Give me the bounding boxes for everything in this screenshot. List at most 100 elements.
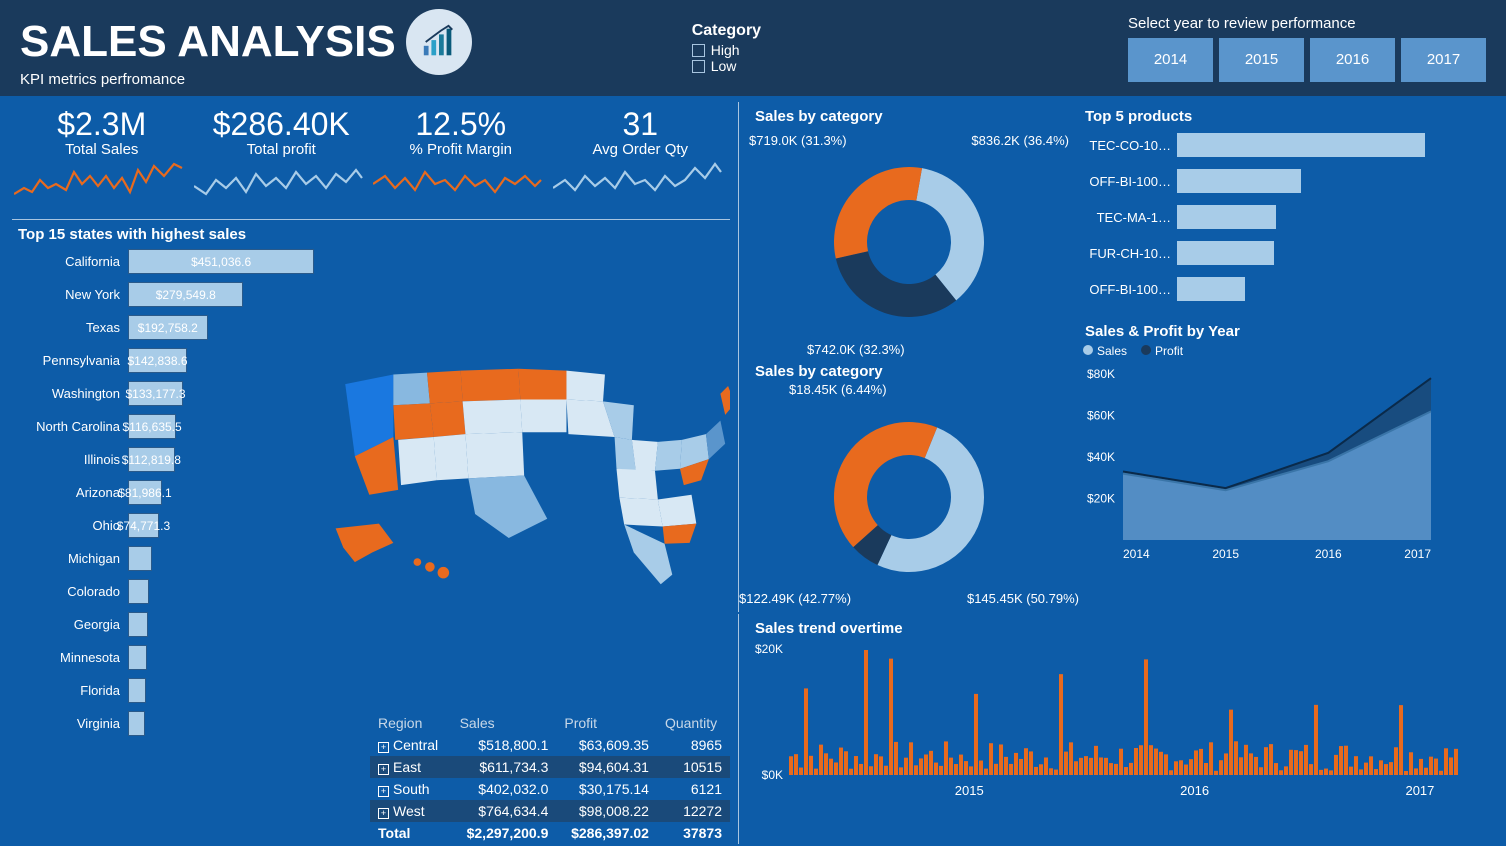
state-bar-row[interactable]: Texas $192,758.2 <box>12 311 322 344</box>
state-hawaii[interactable] <box>414 558 422 566</box>
state-bar-row[interactable]: Michigan <box>12 542 322 575</box>
category-low-option[interactable]: Low <box>692 58 761 74</box>
kpi-label: Total profit <box>194 141 370 158</box>
state-name: North Carolina <box>12 419 124 434</box>
product-name: FUR-CH-10… <box>1079 246 1171 261</box>
state-bar-row[interactable]: Ohio $74,771.3 <box>12 509 322 542</box>
donut-label: $145.45K (50.79%) <box>967 591 1079 606</box>
state-minnesota[interactable] <box>566 371 604 402</box>
table-row[interactable]: +Central $518,800.1$63,609.358965 <box>370 734 730 756</box>
state-texas[interactable] <box>468 476 547 539</box>
svg-text:2017: 2017 <box>1404 547 1431 561</box>
state-south-dakota[interactable] <box>463 400 523 435</box>
sales-profit-area-chart[interactable]: $20K$40K$60K$80K2014201520162017 <box>1079 364 1494 594</box>
year-button-2017[interactable]: 2017 <box>1401 38 1486 82</box>
state-colorado[interactable] <box>398 437 436 485</box>
table-row[interactable]: +South $402,032.0$30,175.146121 <box>370 778 730 800</box>
bar: $81,986.1 <box>128 480 162 505</box>
product-bar-row[interactable]: OFF-BI-100… <box>1079 163 1494 199</box>
state-bar-row[interactable]: Arizona $81,986.1 <box>12 476 322 509</box>
state-bar-row[interactable]: Virginia <box>12 707 322 740</box>
state-north-dakota[interactable] <box>518 369 566 400</box>
state-alaska[interactable] <box>336 524 394 562</box>
state-name: Ohio <box>12 518 124 533</box>
state-bar-row[interactable]: California $451,036.6 <box>12 245 322 278</box>
state-idaho[interactable] <box>427 371 463 404</box>
state-utah[interactable] <box>393 403 433 440</box>
donut-label: $742.0K (32.3%) <box>807 342 905 357</box>
state-bar-row[interactable]: New York $279,549.8 <box>12 278 322 311</box>
state-new-york[interactable] <box>706 421 725 459</box>
state-bar-row[interactable]: Georgia <box>12 608 322 641</box>
table-row[interactable]: +East $611,734.3$94,604.3110515 <box>370 756 730 778</box>
state-bar-row[interactable]: North Carolina $116,635.5 <box>12 410 322 443</box>
donut-label: $836.2K (36.4%) <box>971 133 1069 148</box>
state-wyoming[interactable] <box>430 401 466 437</box>
state-kansas[interactable] <box>465 432 524 478</box>
state-name: Michigan <box>12 551 124 566</box>
legend-profit: Profit <box>1155 344 1183 358</box>
state-bar-row[interactable]: Florida <box>12 674 322 707</box>
state-ohio[interactable] <box>655 440 682 471</box>
state-name: Texas <box>12 320 124 335</box>
expand-icon[interactable]: + <box>378 786 389 797</box>
state-bar-chart[interactable]: California $451,036.6New York $279,549.8… <box>12 245 322 844</box>
svg-text:2016: 2016 <box>1180 783 1209 798</box>
kpi-row: $2.3M Total Sales $286.40K Total profit … <box>12 102 730 220</box>
state-bar-row[interactable]: Pennsylvania $142,838.6 <box>12 344 322 377</box>
region-table[interactable]: Region Sales Profit Quantity +Central $5… <box>370 712 730 844</box>
state-tennessee[interactable] <box>619 498 662 527</box>
us-map[interactable] <box>326 245 730 706</box>
year-button-2015[interactable]: 2015 <box>1219 38 1304 82</box>
kpi-label: Avg Order Qty <box>553 141 729 158</box>
donut-label: $18.45K (6.44%) <box>789 382 887 397</box>
product-bar-row[interactable]: FUR-CH-10… <box>1079 235 1494 271</box>
table-row[interactable]: +West $764,634.4$98,008.2212272 <box>370 800 730 822</box>
state-new-mexico[interactable] <box>434 434 469 480</box>
state-nevada[interactable] <box>393 373 430 406</box>
kpi-label: % Profit Margin <box>373 141 549 158</box>
th-qty[interactable]: Quantity <box>657 712 730 734</box>
state-name: Washington <box>12 386 124 401</box>
product-bar-row[interactable]: OFF-BI-100… <box>1079 271 1494 307</box>
year-button-2014[interactable]: 2014 <box>1128 38 1213 82</box>
bar <box>128 711 145 736</box>
checkbox-icon <box>692 60 705 73</box>
bar: $279,549.8 <box>128 282 243 307</box>
bar <box>1177 133 1425 157</box>
state-name: Arizona <box>12 485 124 500</box>
top5-bar-chart[interactable]: TEC-CO-10… OFF-BI-100… TEC-MA-1… FUR-CH-… <box>1079 127 1494 307</box>
state-nebraska[interactable] <box>520 400 566 433</box>
kpi-avg-qty: 31 Avg Order Qty <box>551 102 731 219</box>
trend-bar-chart[interactable]: $0K$20K201520162017 <box>749 639 1494 809</box>
state-hawaii[interactable] <box>425 562 435 572</box>
title-text: SALES ANALYSIS <box>20 17 396 67</box>
state-hawaii[interactable] <box>438 567 450 579</box>
th-sales[interactable]: Sales <box>452 712 557 734</box>
state-bar-row[interactable]: Colorado <box>12 575 322 608</box>
state-indiana[interactable] <box>632 440 658 471</box>
expand-icon[interactable]: + <box>378 764 389 775</box>
state-bar-row[interactable]: Washington $133,177.3 <box>12 377 322 410</box>
svg-text:$0K: $0K <box>762 768 783 782</box>
expand-icon[interactable]: + <box>378 742 389 753</box>
category-high-option[interactable]: High <box>692 42 761 58</box>
state-north-carolina[interactable] <box>658 495 696 527</box>
sales-category-donut-1[interactable]: $836.2K (36.4%) $742.0K (32.3%) $719.0K … <box>749 127 1069 357</box>
state-maine[interactable] <box>720 386 730 415</box>
th-profit[interactable]: Profit <box>556 712 657 734</box>
state-kentucky[interactable] <box>616 469 657 500</box>
product-bar-row[interactable]: TEC-CO-10… <box>1079 127 1494 163</box>
expand-icon[interactable]: + <box>378 808 389 819</box>
year-button-2016[interactable]: 2016 <box>1310 38 1395 82</box>
state-name: Florida <box>12 683 124 698</box>
bar: $192,758.2 <box>128 315 208 340</box>
th-region[interactable]: Region <box>370 712 452 734</box>
sales-category-donut-2[interactable]: $18.45K (6.44%) $145.45K (50.79%) $122.4… <box>749 382 1069 612</box>
category-filter: Category High Low <box>692 22 761 74</box>
state-south-carolina[interactable] <box>663 524 697 544</box>
product-bar-row[interactable]: TEC-MA-1… <box>1079 199 1494 235</box>
state-bar-row[interactable]: Illinois $112,819.8 <box>12 443 322 476</box>
state-montana[interactable] <box>461 369 521 402</box>
state-bar-row[interactable]: Minnesota <box>12 641 322 674</box>
